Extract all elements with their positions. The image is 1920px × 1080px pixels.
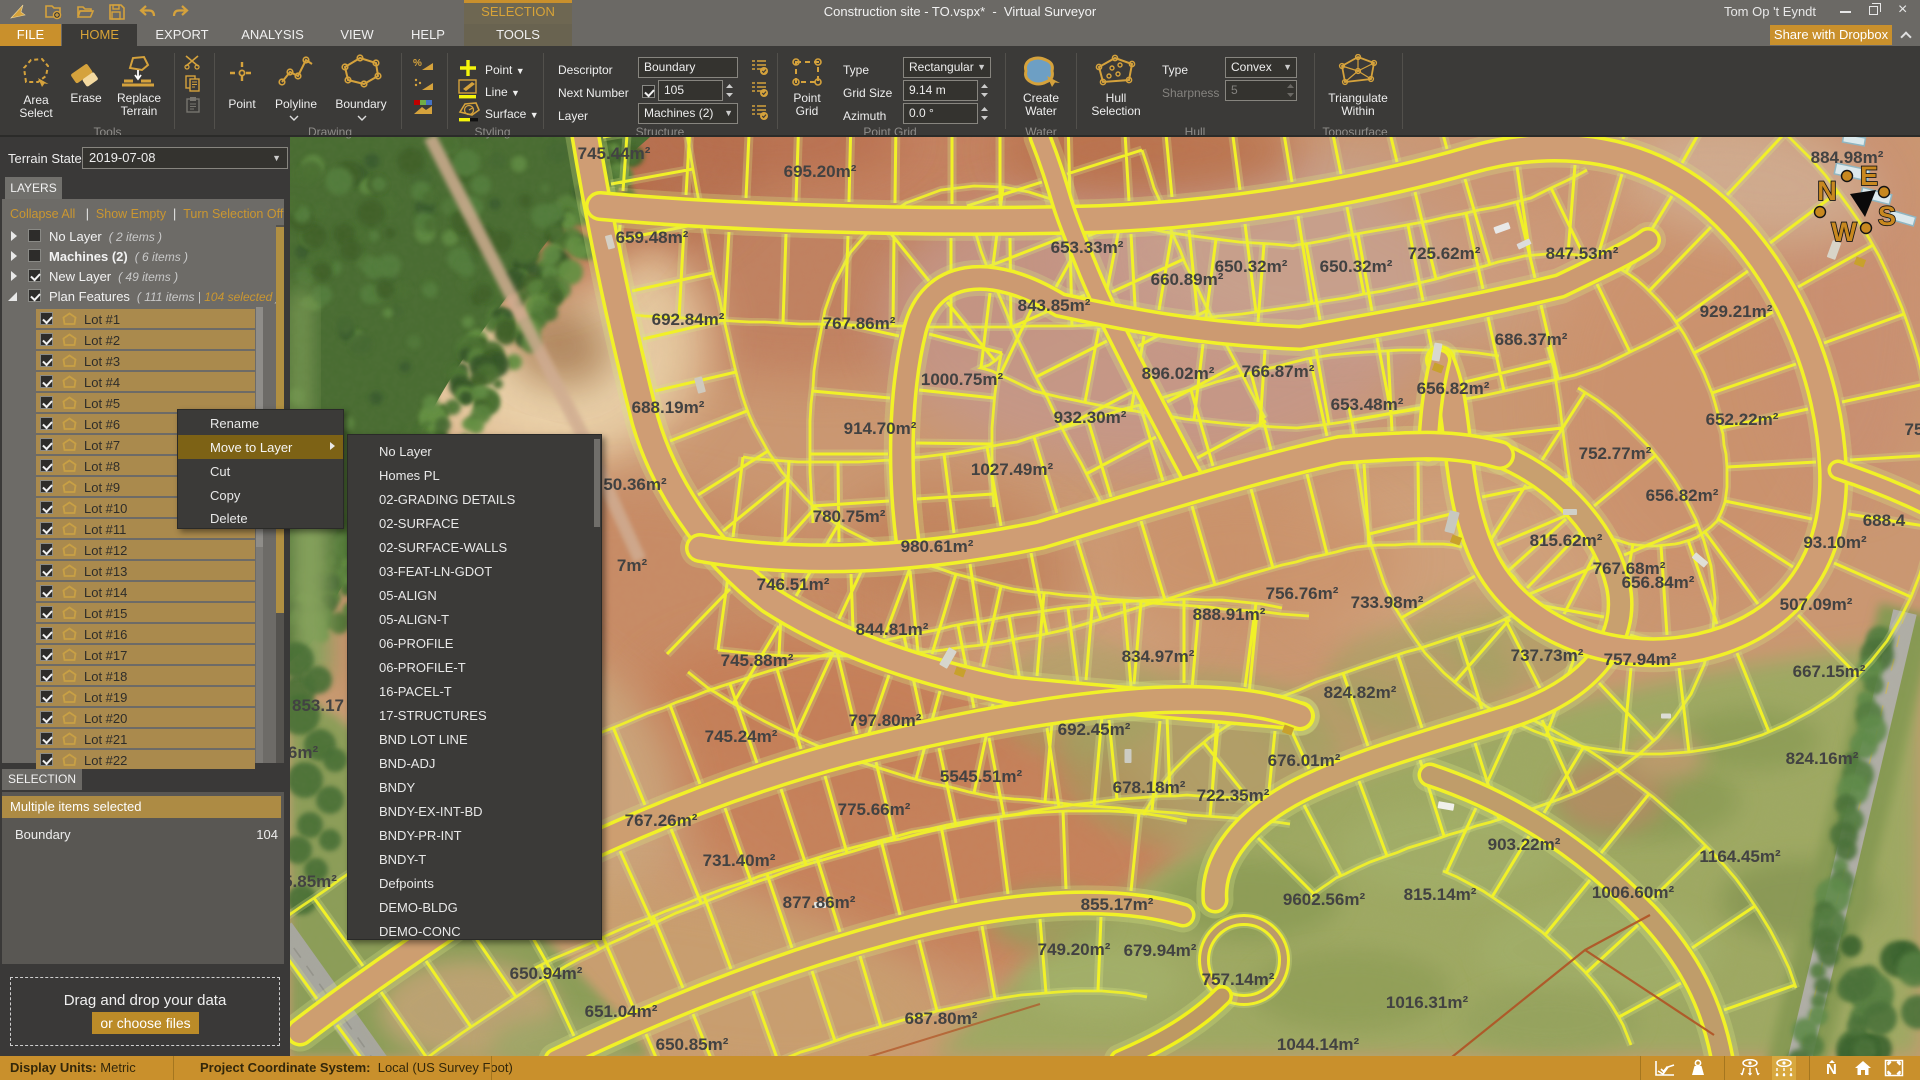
svg-text:656.84m²: 656.84m² [1622,573,1695,592]
svg-text:745.24m²: 745.24m² [705,727,778,746]
svg-text:780.75m²: 780.75m² [813,507,886,526]
svg-text:824.82m²: 824.82m² [1324,683,1397,702]
svg-text:797.80m²: 797.80m² [849,711,922,730]
svg-text:731.40m²: 731.40m² [703,851,776,870]
svg-text:1164.45m²: 1164.45m² [1699,847,1781,866]
svg-text:824.16m²: 824.16m² [1786,749,1859,768]
svg-text:767.86m²: 767.86m² [823,314,896,333]
svg-text:686.37m²: 686.37m² [1495,330,1568,349]
svg-text:5.85m²: 5.85m² [290,872,337,891]
svg-text:1044.14m²: 1044.14m² [1277,1035,1360,1054]
svg-text:815.14m²: 815.14m² [1404,885,1477,904]
svg-text:S: S [1878,201,1896,231]
svg-text:E: E [1860,161,1878,191]
svg-text:678.18m²: 678.18m² [1113,778,1186,797]
svg-text:746.51m²: 746.51m² [757,575,830,594]
svg-text:775.66m²: 775.66m² [838,800,911,819]
svg-text:652.22m²: 652.22m² [1706,410,1779,429]
svg-text:766.87m²: 766.87m² [1242,362,1315,381]
svg-text:695.20m²: 695.20m² [784,162,857,181]
svg-text:679.94m²: 679.94m² [1124,941,1197,960]
svg-text:50.36m²: 50.36m² [603,475,667,494]
svg-text:656.82m²: 656.82m² [1417,379,1490,398]
svg-text:651.04m²: 651.04m² [585,1002,658,1021]
svg-text:725.62m²: 725.62m² [1408,244,1481,263]
svg-text:1006.60m²: 1006.60m² [1592,883,1675,902]
svg-text:9602.56m²: 9602.56m² [1283,890,1366,909]
svg-text:W: W [1831,217,1857,247]
svg-text:659.48m²: 659.48m² [616,228,689,247]
svg-text:1027.49m²: 1027.49m² [971,460,1054,479]
svg-text:N: N [1826,1061,1837,1077]
svg-text:756.76m²: 756.76m² [1266,584,1339,603]
svg-text:676.01m²: 676.01m² [1268,751,1341,770]
svg-text:757.94m²: 757.94m² [1604,650,1677,669]
svg-text:834.97m²: 834.97m² [1122,647,1195,666]
svg-text:507.09m²: 507.09m² [1780,595,1853,614]
svg-text:653.33m²: 653.33m² [1051,238,1124,257]
svg-text:75: 75 [1905,420,1920,439]
svg-text:656.82m²: 656.82m² [1646,486,1719,505]
svg-text:688.4: 688.4 [1863,511,1906,530]
svg-text:932.30m²: 932.30m² [1054,408,1127,427]
svg-text:650.85m²: 650.85m² [656,1035,729,1054]
svg-text:93.10m²: 93.10m² [1803,533,1867,552]
svg-text:650.32m²: 650.32m² [1320,257,1393,276]
svg-text:660.89m²: 660.89m² [1151,270,1224,289]
svg-text:692.84m²: 692.84m² [652,310,725,329]
svg-text:650.32m²: 650.32m² [1215,257,1288,276]
svg-text:650.94m²: 650.94m² [510,964,583,983]
svg-text:667.15m²: 667.15m² [1793,662,1866,681]
svg-text:722.35m²: 722.35m² [1197,786,1270,805]
svg-text:844.81m²: 844.81m² [856,620,929,639]
svg-text:877.86m²: 877.86m² [783,893,856,912]
svg-text:767.26m²: 767.26m² [625,811,698,830]
svg-text:N: N [1817,176,1837,206]
svg-text:843.85m²: 843.85m² [1018,296,1091,315]
svg-text:688.19m²: 688.19m² [632,398,705,417]
svg-text:929.21m²: 929.21m² [1700,302,1773,321]
svg-text:692.45m²: 692.45m² [1058,720,1131,739]
svg-text:745.44m²: 745.44m² [578,144,651,163]
svg-text:757.14m²: 757.14m² [1202,970,1275,989]
svg-text:749.20m²: 749.20m² [1038,940,1111,959]
svg-text:687.80m²: 687.80m² [905,1009,978,1028]
svg-text:888.91m²: 888.91m² [1193,605,1266,624]
svg-text:855.17m²: 855.17m² [1081,895,1154,914]
svg-text:1016.31m²: 1016.31m² [1386,993,1469,1012]
svg-text:903.22m²: 903.22m² [1488,835,1561,854]
svg-text:745.88m²: 745.88m² [721,651,794,670]
svg-text:733.98m²: 733.98m² [1351,593,1424,612]
svg-text:1000.75m²: 1000.75m² [921,370,1004,389]
svg-text:980.61m²: 980.61m² [901,537,974,556]
svg-text:847.53m²: 847.53m² [1546,244,1619,263]
svg-text:6m²: 6m² [290,743,318,762]
svg-text:%: % [413,58,422,69]
svg-text:853.17: 853.17 [292,696,344,715]
svg-text:752.77m²: 752.77m² [1579,444,1652,463]
svg-text:653.48m²: 653.48m² [1331,395,1404,414]
svg-text:737.73m²: 737.73m² [1511,646,1584,665]
svg-text:914.70m²: 914.70m² [844,419,917,438]
svg-text:7m²: 7m² [617,556,648,575]
svg-text:815.62m²: 815.62m² [1530,531,1603,550]
svg-text:5545.51m²: 5545.51m² [940,767,1023,786]
svg-text:896.02m²: 896.02m² [1142,364,1215,383]
